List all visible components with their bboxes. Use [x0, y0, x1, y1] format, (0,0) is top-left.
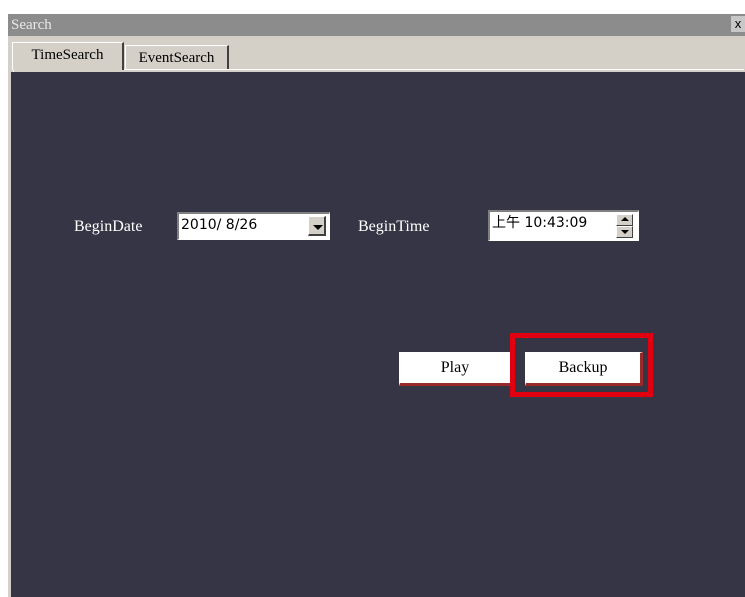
begin-time-value: 上午 10:43:09	[492, 215, 588, 231]
backup-button[interactable]: Backup	[525, 352, 643, 386]
close-icon[interactable]: x	[731, 16, 745, 32]
tab-time-search[interactable]: TimeSearch	[12, 42, 124, 70]
play-button[interactable]: Play	[399, 352, 513, 386]
spinner-down-button[interactable]	[616, 226, 633, 238]
dropdown-arrow-icon	[313, 225, 323, 230]
spinner-up-button[interactable]	[616, 214, 633, 226]
begin-time-field[interactable]: 上午 10:43:09	[488, 210, 639, 241]
tab-event-search[interactable]: EventSearch	[125, 45, 229, 69]
begin-date-value: 2010/ 8/26	[181, 217, 258, 233]
tab-label: TimeSearch	[31, 47, 104, 63]
title-bar: Search x	[8, 14, 745, 36]
tab-label: EventSearch	[138, 50, 215, 66]
begin-date-combobox[interactable]: 2010/ 8/26	[177, 212, 330, 240]
dropdown-button[interactable]	[308, 216, 326, 236]
spinner-down-icon	[621, 230, 629, 234]
begin-date-label: BeginDate	[74, 218, 143, 235]
begin-time-label: BeginTime	[358, 218, 430, 235]
window-title: Search	[11, 17, 52, 33]
spinner-up-icon	[621, 217, 629, 221]
time-search-panel: BeginDate 2010/ 8/26 BeginTime 上午 10:43:…	[11, 72, 745, 597]
